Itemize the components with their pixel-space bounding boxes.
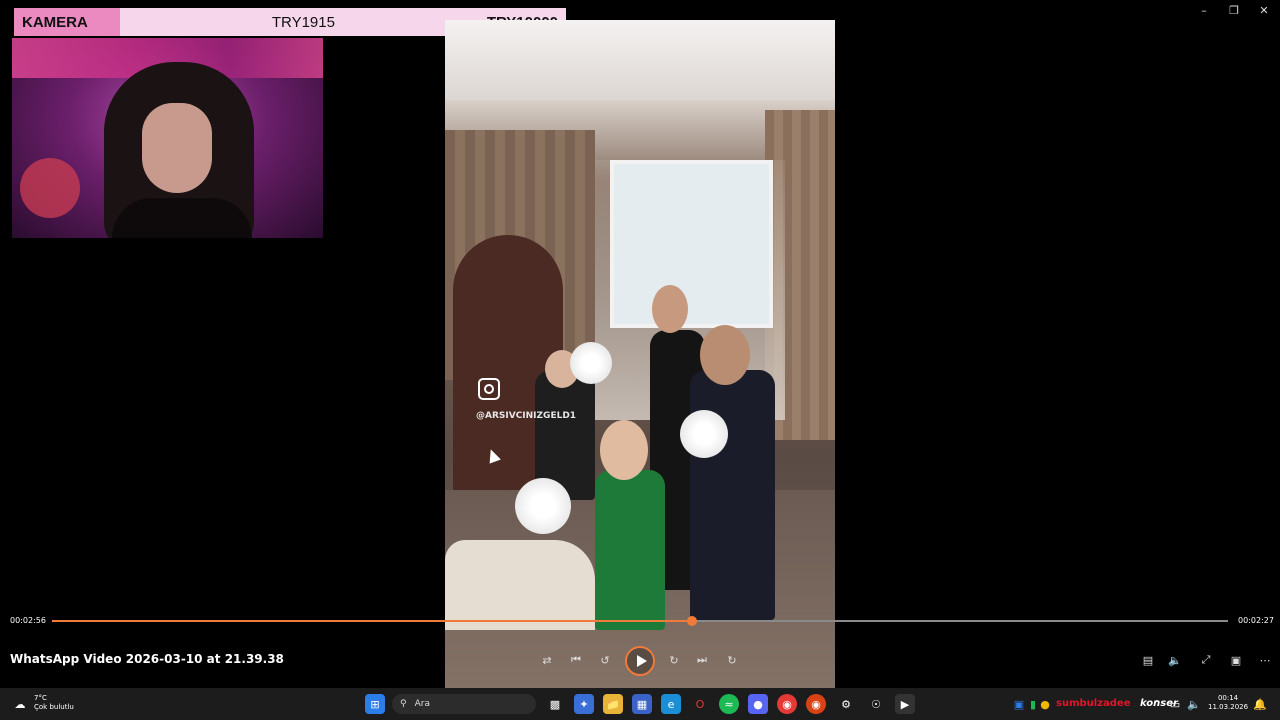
video-title: WhatsApp Video 2026-03-10 at 21.39.38 [10, 652, 284, 666]
camera-label: KAMERA [14, 8, 120, 36]
clock-date: 11.03.2026 [1208, 703, 1249, 711]
instagram-icon [478, 378, 500, 400]
weather-temp: 7°C [34, 694, 47, 702]
previous-icon[interactable]: ⏮ [566, 650, 586, 670]
copilot-icon[interactable]: ✦ [574, 694, 594, 714]
weather-desc: Çok bulutlu [34, 703, 74, 711]
tray-yellow-icon[interactable]: ● [1038, 694, 1052, 714]
subtitles-icon[interactable]: ▤ [1138, 650, 1158, 670]
media-player-icon[interactable]: ▶ [895, 694, 915, 714]
video-frame[interactable] [445, 20, 835, 688]
notification-icon[interactable]: 🔔 [1252, 694, 1268, 714]
clock-time: 00:14 [1217, 694, 1239, 702]
forward-30-icon[interactable]: ↻ [664, 650, 684, 670]
fullscreen-icon[interactable]: ⤢ [1196, 650, 1216, 670]
minimize-button[interactable]: – [1188, 0, 1220, 20]
next-icon[interactable]: ⏭ [692, 650, 712, 670]
time-elapsed: 00:02:56 [10, 616, 46, 625]
start-icon[interactable]: ⊞ [365, 694, 385, 714]
weather-widget[interactable]: 7°C Çok bulutlu [34, 694, 74, 712]
search-placeholder: Ara [414, 699, 430, 709]
network-icon[interactable]: ▭ [1168, 694, 1182, 714]
close-button[interactable]: ✕ [1248, 0, 1280, 20]
discord-icon[interactable]: ● [748, 694, 768, 714]
opera-icon[interactable]: O [690, 694, 710, 714]
app-tray-icon[interactable]: ▣ [1012, 694, 1026, 714]
task-view-icon[interactable]: ▩ [545, 694, 565, 714]
repeat-off-icon[interactable]: ↻ [722, 650, 742, 670]
taskbar-search[interactable]: ⚲ Ara [392, 694, 536, 714]
search-icon: ⚲ [400, 699, 407, 709]
play-button[interactable] [625, 646, 655, 676]
tray-overflow-icon[interactable]: ⌃ [1150, 694, 1164, 714]
restore-button[interactable]: ❐ [1218, 0, 1250, 20]
rewind-10-icon[interactable]: ↺ [595, 650, 615, 670]
seek-bar-played [52, 620, 692, 622]
webcam-feed [12, 38, 323, 238]
seek-handle[interactable] [687, 616, 697, 626]
more-options-icon[interactable]: ⋯ [1255, 650, 1275, 670]
clock[interactable]: 00:14 11.03.2026 [1208, 694, 1248, 712]
settings-icon[interactable]: ⚙ [836, 694, 856, 714]
amount-raised: TRY1915 [271, 13, 335, 31]
speaker-icon[interactable]: 🔈 [1187, 694, 1201, 714]
time-total: 00:02:27 [1238, 616, 1274, 625]
obs-icon[interactable]: ☉ [866, 694, 886, 714]
file-explorer-icon[interactable]: 📁 [603, 694, 623, 714]
chrome-icon[interactable]: ◉ [777, 694, 797, 714]
shuffle-icon[interactable]: ⇄ [537, 650, 557, 670]
weather-icon[interactable]: ☁ [10, 694, 30, 714]
volume-icon[interactable]: 🔈 [1165, 650, 1185, 670]
store-icon[interactable]: ▦ [632, 694, 652, 714]
edge-icon[interactable]: e [661, 694, 681, 714]
instagram-handle: @ARSIVCINIZGELD1 [476, 411, 577, 421]
spotify-icon[interactable]: ≈ [719, 694, 739, 714]
mini-player-icon[interactable]: ▣ [1226, 650, 1246, 670]
tray-red-text: sumbulzadee [1056, 698, 1131, 709]
chrome-canary-icon[interactable]: ◉ [806, 694, 826, 714]
